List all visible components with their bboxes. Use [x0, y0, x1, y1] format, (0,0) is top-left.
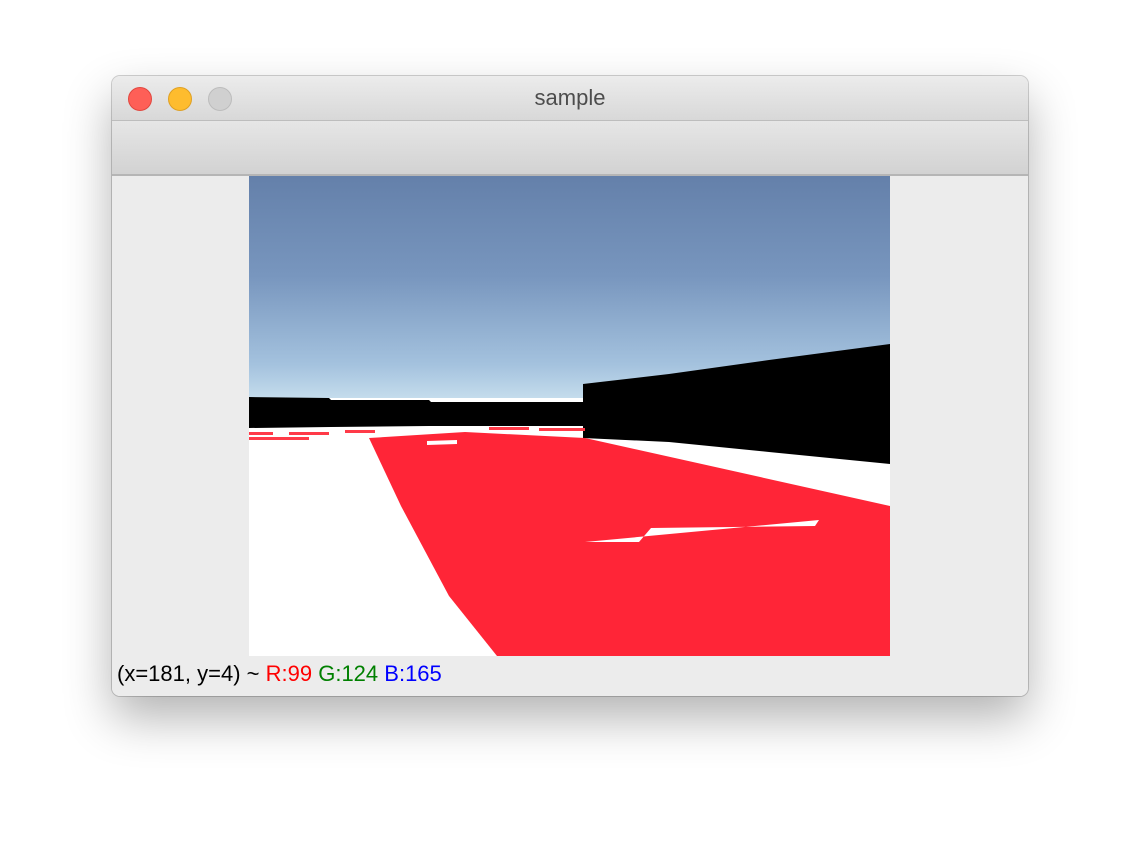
title-bar[interactable]: sample	[112, 76, 1028, 121]
dash-line	[489, 427, 529, 430]
camera-image[interactable]	[249, 176, 890, 656]
dash-line	[539, 428, 585, 431]
content-area: (x=181, y=4) ~ R:99 G:124 B:165	[112, 176, 1028, 696]
red-value: R:99	[265, 661, 313, 686]
blue-value: B:165	[384, 661, 442, 686]
green-value: G:124	[318, 661, 379, 686]
dash-line	[249, 437, 309, 440]
coordinate-readout: (x=181, y=4) ~	[117, 661, 260, 686]
window-title: sample	[534, 85, 606, 110]
pixel-readout: (x=181, y=4) ~ R:99 G:124 B:165	[117, 660, 442, 688]
app-window: sample (x=181, y=4) ~ R:99 G:124 B:165	[112, 76, 1028, 696]
dash-line	[249, 432, 273, 435]
dash-line	[289, 432, 329, 435]
toolbar	[112, 121, 1028, 176]
dash-line	[345, 430, 375, 433]
